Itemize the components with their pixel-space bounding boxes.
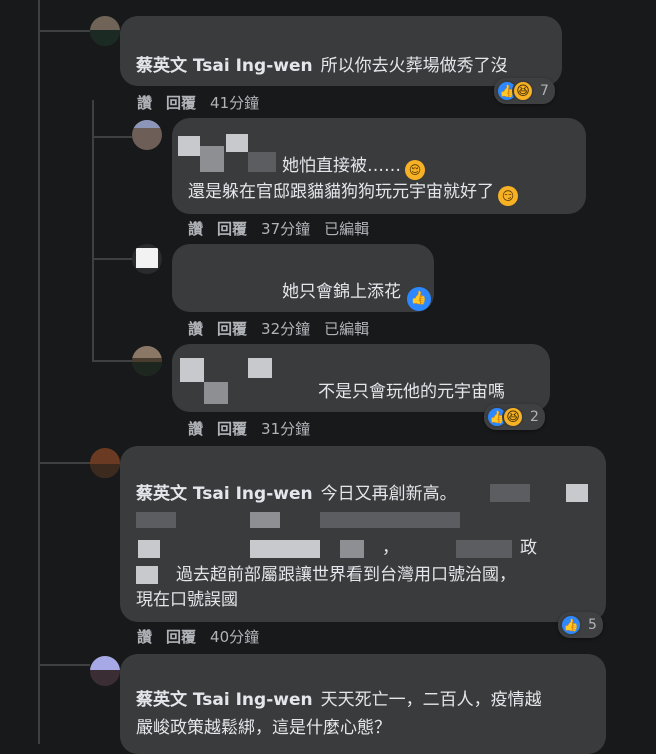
thread-line (38, 664, 90, 666)
edited-label: 已編輯 (324, 320, 370, 338)
avatar[interactable] (90, 16, 120, 46)
blurred-name (248, 358, 272, 378)
comment-line: 天天死亡一，二百人，疫情越 (320, 690, 542, 710)
like-icon: 👍 (560, 614, 582, 636)
comment-actions: 讚回覆 37分鐘 已編輯 (188, 218, 383, 239)
blurred-text (490, 484, 530, 502)
avatar[interactable] (132, 346, 162, 376)
avatar[interactable] (132, 244, 162, 274)
like-button[interactable]: 讚 (188, 320, 203, 338)
avatar[interactable] (90, 656, 120, 686)
comment-text: 她怕直接被…… 😌 (282, 152, 425, 181)
comment-text: 嚴峻政策越鬆綁，這是什麼心態？ (136, 714, 391, 743)
like-button[interactable]: 讚 (137, 628, 152, 646)
comment-text: 現在口號誤國 (136, 586, 238, 615)
comment-line: 還是躲在官邸跟貓貓狗狗玩元宇宙就好了 (188, 182, 494, 202)
comment-body: 所以你去火葬場做秀了沒 (320, 56, 508, 76)
haha-icon: 😆 (502, 406, 524, 428)
reaction-count: 5 (588, 617, 597, 633)
comment-line: 過去超前部屬跟讓世界看到台灣用口號治國， (176, 565, 516, 585)
reaction-summary[interactable]: 👍 😆 7 (494, 78, 555, 104)
like-button[interactable]: 讚 (188, 420, 203, 438)
comment-text: 蔡英文 Tsai Ing-wen 所以你去火葬場做秀了沒 (136, 52, 508, 81)
comment-line: 嚴峻政策越鬆綁，這是什麼心態？ (136, 718, 391, 738)
haha-icon: 😆 (512, 80, 534, 102)
smirk-emoji-icon: 😏 (498, 186, 518, 206)
blurred-name (248, 152, 276, 172)
timestamp[interactable]: 31分鐘 (261, 420, 310, 438)
comment-line: 今日又再創新高。 (320, 484, 457, 504)
blurred-text (340, 540, 364, 558)
comment-actions: 讚回覆 41分鐘 (137, 92, 273, 113)
comment-line: 現在口號誤國 (136, 590, 238, 610)
avatar[interactable] (90, 448, 120, 478)
comment-line: 政 (520, 538, 537, 558)
blurred-name (200, 146, 224, 172)
comment-actions: 讚回覆 40分鐘 (137, 626, 273, 647)
avatar[interactable] (132, 120, 162, 150)
reaction-count: 7 (540, 83, 549, 99)
author-name[interactable]: 蔡英文 Tsai Ing-wen (136, 56, 313, 76)
reaction-count: 2 (530, 409, 539, 425)
comment-line: 她怕直接被…… (282, 156, 401, 176)
blurred-name (204, 382, 228, 404)
blurred-text (250, 540, 320, 558)
thread-line (92, 136, 132, 138)
blurred-name (180, 358, 204, 382)
blurred-text (320, 512, 460, 528)
comment-text: 蔡英文 Tsai Ing-wen 天天死亡一，二百人，疫情越 (136, 686, 542, 715)
blurred-text (136, 566, 158, 584)
blurred-name (226, 134, 248, 152)
like-button[interactable]: 讚 (137, 94, 152, 112)
blurred-text (250, 512, 280, 528)
comment-line: ， (382, 538, 399, 558)
blurred-text (456, 540, 512, 558)
reaction-summary[interactable]: 👍 😆 2 (484, 404, 545, 430)
blurred-text (138, 540, 160, 558)
reply-button[interactable]: 回覆 (217, 420, 247, 438)
thread-line (92, 258, 132, 260)
blurred-text (136, 512, 176, 528)
reply-button[interactable]: 回覆 (166, 628, 196, 646)
reply-button[interactable]: 回覆 (217, 220, 247, 238)
author-name[interactable]: 蔡英文 Tsai Ing-wen (136, 690, 313, 710)
comment-body: 她只會錦上添花 (282, 282, 401, 302)
timestamp[interactable]: 37分鐘 (261, 220, 310, 238)
timestamp[interactable]: 40分鐘 (210, 628, 259, 646)
timestamp[interactable]: 41分鐘 (210, 94, 259, 112)
thread-line (38, 30, 90, 32)
comment-actions: 讚回覆 32分鐘 已編輯 (188, 318, 383, 339)
thread-line (92, 360, 132, 362)
relieved-emoji-icon: 😌 (405, 160, 425, 180)
comment-text: 政 (520, 534, 537, 563)
author-name[interactable]: 蔡英文 Tsai Ing-wen (136, 484, 313, 504)
comment-body: 不是只會玩他的元宇宙嗎 (318, 382, 505, 402)
comment-actions: 讚回覆 31分鐘 (188, 418, 324, 439)
reaction-summary[interactable]: 👍 5 (558, 612, 603, 638)
edited-label: 已編輯 (324, 220, 370, 238)
like-button[interactable]: 讚 (188, 220, 203, 238)
reply-button[interactable]: 回覆 (166, 94, 196, 112)
comment-text: 不是只會玩他的元宇宙嗎 (318, 378, 505, 407)
timestamp[interactable]: 32分鐘 (261, 320, 310, 338)
thread-line (92, 100, 94, 360)
comment-text: 還是躲在官邸跟貓貓狗狗玩元宇宙就好了 😏 (188, 178, 518, 207)
thread-line (38, 0, 40, 744)
comment-text: 她只會錦上添花 👍 (282, 278, 431, 311)
comment-text: 蔡英文 Tsai Ing-wen 今日又再創新高。 (136, 480, 457, 509)
comment-text: ， (382, 534, 399, 563)
thread-line (38, 462, 90, 464)
reply-button[interactable]: 回覆 (217, 320, 247, 338)
blurred-name (178, 136, 200, 156)
blurred-text (566, 484, 588, 502)
like-icon: 👍 (407, 287, 431, 311)
